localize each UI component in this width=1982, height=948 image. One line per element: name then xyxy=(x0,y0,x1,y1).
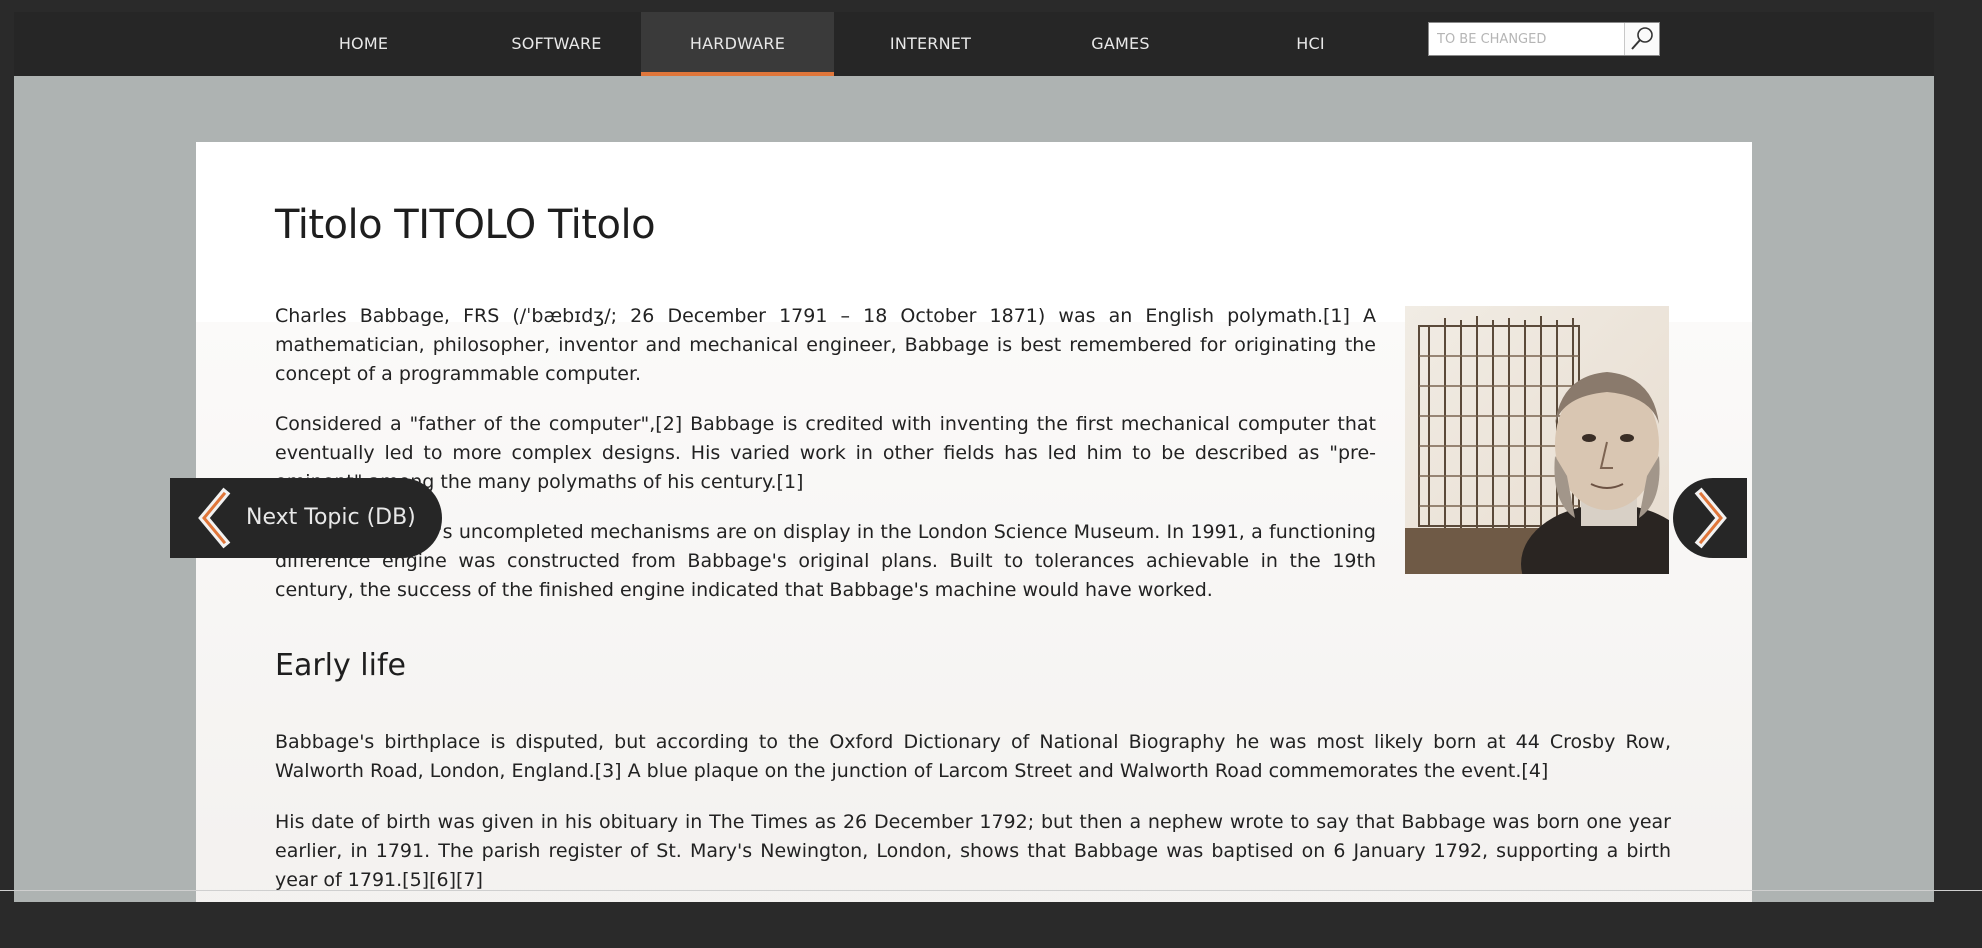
previous-topic-button[interactable]: Next Topic (DB) xyxy=(170,478,442,558)
chevron-right-icon xyxy=(1694,487,1727,549)
early-life-paragraph-1: Babbage's birthplace is disputed, but ac… xyxy=(275,731,1671,782)
nav-item-games[interactable]: GAMES xyxy=(1024,12,1217,76)
window-bottom-edge xyxy=(0,890,1982,891)
nav-item-internet[interactable]: INTERNET xyxy=(834,12,1027,76)
search-box xyxy=(1428,22,1660,56)
search-button[interactable] xyxy=(1624,23,1659,55)
page-title: Titolo TITOLO Titolo xyxy=(275,202,656,248)
intro-paragraph-3: Parts of Babbage's uncompleted mechanism… xyxy=(275,521,1376,601)
early-life-paragraph-2: His date of birth was given in his obitu… xyxy=(275,811,1671,891)
next-topic-button[interactable] xyxy=(1673,478,1747,558)
search-input[interactable] xyxy=(1429,23,1625,55)
section-heading-early-life: Early life xyxy=(275,648,406,683)
babbage-portrait-image xyxy=(1405,306,1697,624)
nav-item-software[interactable]: SOFTWARE xyxy=(460,12,653,76)
intro-paragraph-2: Considered a "father of the computer",[2… xyxy=(275,413,1376,493)
chevron-left-icon xyxy=(198,487,231,549)
previous-topic-label: Next Topic (DB) xyxy=(246,505,416,530)
intro-paragraph-1: Charles Babbage, FRS (/ˈbæbɪdʒ/; 26 Dece… xyxy=(275,305,1376,385)
search-icon xyxy=(1631,27,1653,50)
nav-item-hardware[interactable]: HARDWARE xyxy=(641,12,834,76)
browser-window: HOME SOFTWARE HARDWARE INTERNET GAMES HC… xyxy=(14,12,1934,902)
top-navigation-bar: HOME SOFTWARE HARDWARE INTERNET GAMES HC… xyxy=(14,12,1934,76)
nav-item-home[interactable]: HOME xyxy=(267,12,460,76)
nav-item-hci[interactable]: HCI xyxy=(1214,12,1407,76)
